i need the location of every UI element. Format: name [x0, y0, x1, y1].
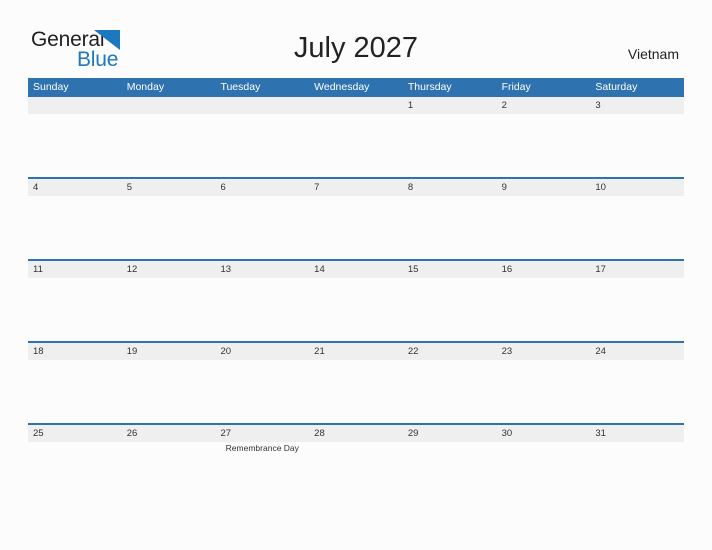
day-cell[interactable]: [403, 114, 497, 177]
day-number[interactable]: 14: [309, 261, 403, 278]
week-row: 11 12 13 14 15 16 17: [28, 259, 684, 341]
day-number[interactable]: 31: [590, 425, 684, 442]
day-cell[interactable]: [309, 278, 403, 341]
day-cell[interactable]: [122, 278, 216, 341]
day-cell[interactable]: [28, 114, 122, 177]
weekday-header-thursday: Thursday: [407, 81, 452, 93]
day-number[interactable]: 20: [215, 343, 309, 360]
day-number[interactable]: 27: [215, 425, 309, 442]
day-cell[interactable]: [403, 278, 497, 341]
day-cell[interactable]: [309, 360, 403, 423]
weekday-header-row: Sunday Monday Tuesday Wednesday Thursday…: [28, 78, 684, 97]
day-cell[interactable]: [590, 360, 684, 423]
week-daynumber-strip: 25 26 27 28 29 30 31: [28, 425, 684, 442]
day-cell[interactable]: [309, 196, 403, 259]
day-number[interactable]: 22: [403, 343, 497, 360]
day-number[interactable]: 6: [215, 179, 309, 196]
day-event-label: Remembrance Day: [225, 443, 299, 453]
day-cell[interactable]: [590, 278, 684, 341]
day-cell[interactable]: [309, 114, 403, 177]
day-number[interactable]: 11: [28, 261, 122, 278]
region-label: Vietnam: [627, 46, 679, 62]
day-cell[interactable]: [215, 196, 309, 259]
day-number[interactable]: 8: [403, 179, 497, 196]
day-cell[interactable]: [590, 114, 684, 177]
day-cell[interactable]: [497, 278, 591, 341]
day-number[interactable]: [215, 97, 309, 114]
day-number[interactable]: 3: [590, 97, 684, 114]
day-number[interactable]: 13: [215, 261, 309, 278]
day-number[interactable]: 23: [497, 343, 591, 360]
day-number[interactable]: 30: [497, 425, 591, 442]
week-daynumber-strip: 1 2 3: [28, 97, 684, 114]
week-row: 4 5 6 7 8 9 10: [28, 177, 684, 259]
day-number[interactable]: 25: [28, 425, 122, 442]
week-daynumber-strip: 18 19 20 21 22 23 24: [28, 343, 684, 360]
day-cell[interactable]: [590, 442, 684, 482]
day-cell[interactable]: [215, 114, 309, 177]
day-cell[interactable]: [497, 442, 591, 482]
day-number[interactable]: 1: [403, 97, 497, 114]
week-row: 25 26 27 28 29 30 31 Remembrance Day: [28, 423, 684, 482]
calendar-grid: Sunday Monday Tuesday Wednesday Thursday…: [28, 78, 684, 482]
weekday-header-saturday: Saturday: [595, 81, 638, 93]
day-cell[interactable]: [28, 278, 122, 341]
weekday-header-sunday: Sunday: [33, 81, 69, 93]
day-cell[interactable]: [497, 114, 591, 177]
week-row: 18 19 20 21 22 23 24: [28, 341, 684, 423]
day-cell[interactable]: [590, 196, 684, 259]
day-number[interactable]: [122, 97, 216, 114]
day-number[interactable]: 17: [590, 261, 684, 278]
day-number[interactable]: 9: [497, 179, 591, 196]
day-number[interactable]: 2: [497, 97, 591, 114]
day-cell[interactable]: [497, 196, 591, 259]
week-daynumber-strip: 11 12 13 14 15 16 17: [28, 261, 684, 278]
weekday-header-wednesday: Wednesday: [314, 81, 370, 93]
day-number[interactable]: 15: [403, 261, 497, 278]
weekday-header-friday: Friday: [501, 81, 531, 93]
day-cell[interactable]: Remembrance Day: [215, 442, 309, 482]
day-cell[interactable]: [122, 442, 216, 482]
week-event-strip: [28, 360, 684, 423]
day-cell[interactable]: [497, 360, 591, 423]
day-cell[interactable]: [28, 360, 122, 423]
day-cell[interactable]: [215, 360, 309, 423]
day-cell[interactable]: [122, 114, 216, 177]
day-number[interactable]: [28, 97, 122, 114]
day-number[interactable]: 12: [122, 261, 216, 278]
day-number[interactable]: 10: [590, 179, 684, 196]
weekday-header-monday: Monday: [126, 81, 165, 93]
day-cell[interactable]: [403, 360, 497, 423]
page-title: July 2027: [293, 32, 419, 64]
day-cell[interactable]: [403, 196, 497, 259]
week-daynumber-strip: 4 5 6 7 8 9 10: [28, 179, 684, 196]
day-cell[interactable]: [309, 442, 403, 482]
day-cell[interactable]: [122, 196, 216, 259]
day-number[interactable]: 26: [122, 425, 216, 442]
day-cell[interactable]: [215, 278, 309, 341]
day-number[interactable]: 5: [122, 179, 216, 196]
day-cell[interactable]: [403, 442, 497, 482]
day-cell[interactable]: [28, 442, 122, 482]
day-number[interactable]: 28: [309, 425, 403, 442]
week-event-strip: Remembrance Day: [28, 442, 684, 482]
day-number[interactable]: 16: [497, 261, 591, 278]
page-header: General Blue July 2027 Vietnam: [0, 0, 712, 72]
calendar-page: General Blue July 2027 Vietnam Sunday Mo…: [0, 0, 712, 550]
day-number[interactable]: 18: [28, 343, 122, 360]
week-row: 1 2 3: [28, 97, 684, 177]
day-number[interactable]: 29: [403, 425, 497, 442]
day-number[interactable]: 21: [309, 343, 403, 360]
day-number[interactable]: 7: [309, 179, 403, 196]
week-event-strip: [28, 196, 684, 259]
day-number[interactable]: 24: [590, 343, 684, 360]
day-number[interactable]: 19: [122, 343, 216, 360]
day-number[interactable]: [309, 97, 403, 114]
day-cell[interactable]: [122, 360, 216, 423]
day-cell[interactable]: [28, 196, 122, 259]
weekday-header-tuesday: Tuesday: [220, 81, 261, 93]
day-number[interactable]: 4: [28, 179, 122, 196]
week-event-strip: [28, 278, 684, 341]
week-event-strip: [28, 114, 684, 177]
